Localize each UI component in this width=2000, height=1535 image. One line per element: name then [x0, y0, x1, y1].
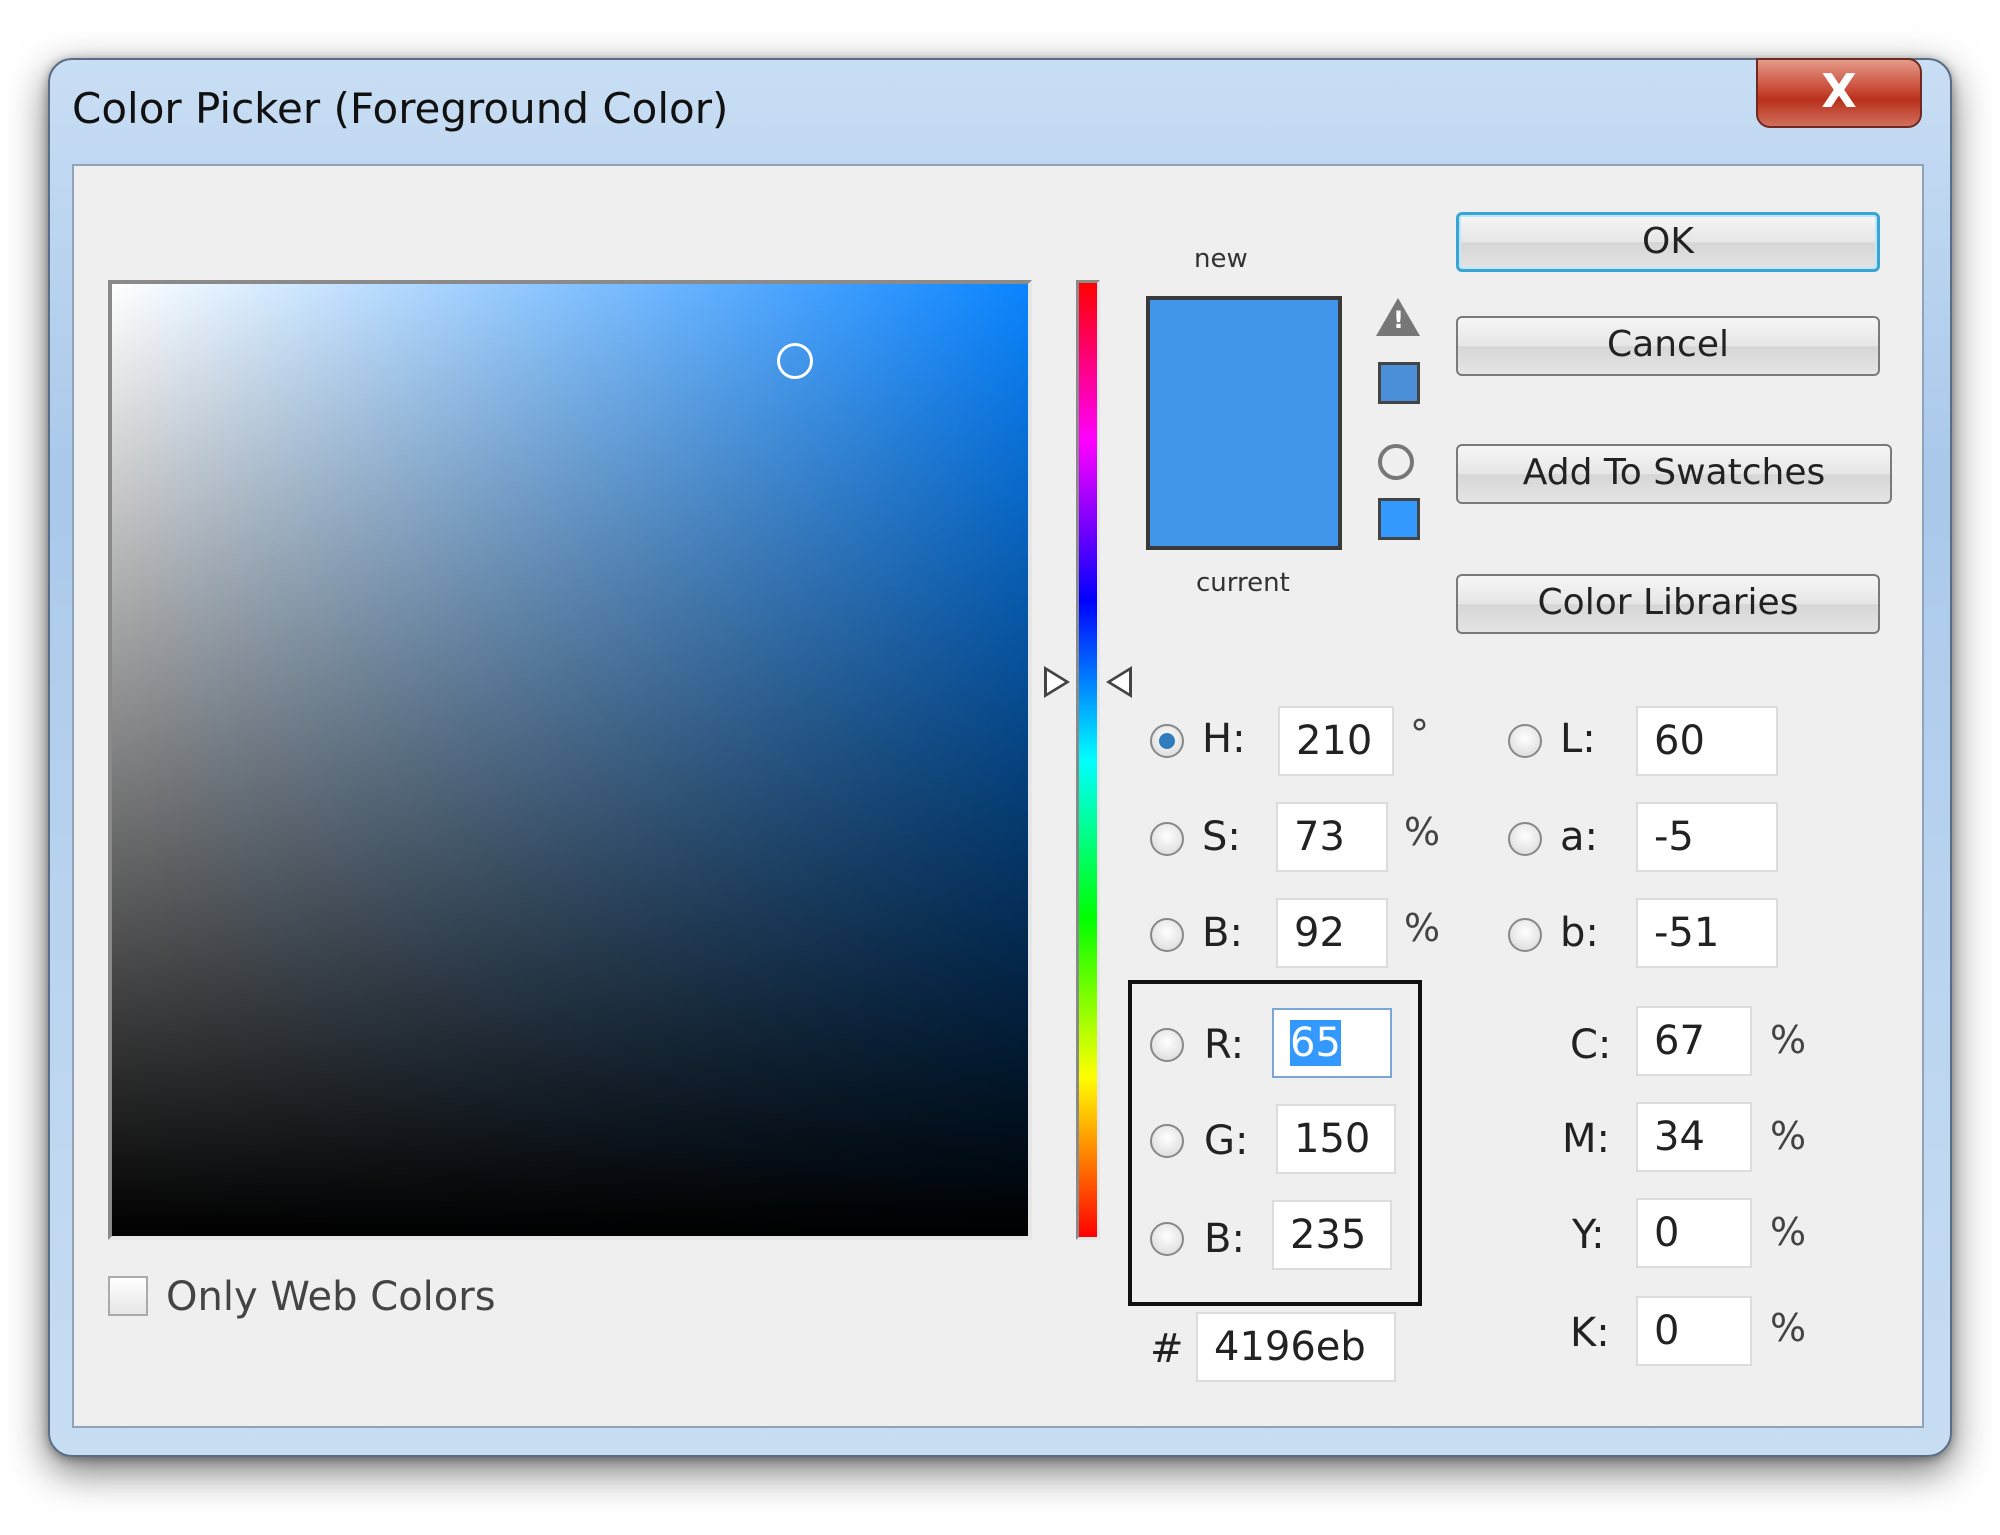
current-color-swatch[interactable] [1150, 423, 1338, 546]
hue-label: H: [1202, 716, 1246, 762]
yellow-unit: % [1770, 1210, 1807, 1254]
red-field[interactable]: 65 [1272, 1008, 1392, 1078]
gamut-color-swatch[interactable] [1378, 362, 1420, 404]
lab-a-field[interactable]: -5 [1636, 802, 1778, 872]
hue-radio[interactable] [1150, 724, 1184, 758]
lab-l-label: L: [1560, 716, 1596, 762]
lab-a-label: a: [1560, 814, 1598, 860]
lab-l-field[interactable]: 60 [1636, 706, 1778, 776]
blue-radio[interactable] [1150, 1222, 1184, 1256]
cyan-field[interactable]: 67 [1636, 1006, 1752, 1076]
red-field-value: 65 [1290, 1020, 1341, 1066]
saturation-field[interactable]: 73 [1276, 802, 1388, 872]
lab-a-radio[interactable] [1508, 822, 1542, 856]
brightness-radio[interactable] [1150, 918, 1184, 952]
hue-slider-right-arrow-icon[interactable] [1106, 666, 1132, 698]
out-of-gamut-warning-icon[interactable] [1376, 298, 1420, 336]
saturation-label: S: [1202, 814, 1241, 860]
new-label: new [1194, 244, 1248, 274]
black-field[interactable]: 0 [1636, 1296, 1752, 1366]
only-web-colors-checkbox[interactable] [108, 1276, 148, 1316]
yellow-field[interactable]: 0 [1636, 1198, 1752, 1268]
saturation-brightness-field[interactable] [108, 280, 1032, 1240]
brightness-label: B: [1202, 910, 1243, 956]
add-to-swatches-button[interactable]: Add To Swatches [1456, 444, 1892, 504]
black-unit: % [1770, 1306, 1807, 1350]
hue-field[interactable]: 210 [1278, 706, 1394, 776]
color-swatch [1146, 296, 1342, 550]
hue-unit: ° [1410, 712, 1429, 756]
black-label: K: [1570, 1310, 1610, 1356]
magenta-label: M: [1562, 1116, 1610, 1162]
hue-slider[interactable] [1076, 280, 1100, 1240]
red-label: R: [1204, 1022, 1245, 1068]
close-button[interactable]: X [1756, 58, 1922, 128]
brightness-field[interactable]: 92 [1276, 898, 1388, 968]
saturation-radio[interactable] [1150, 822, 1184, 856]
window-title: Color Picker (Foreground Color) [72, 84, 729, 133]
cancel-button[interactable]: Cancel [1456, 316, 1880, 376]
brightness-unit: % [1404, 906, 1441, 950]
ok-button[interactable]: OK [1456, 212, 1880, 272]
current-label: current [1196, 568, 1290, 598]
hue-slider-left-arrow-icon[interactable] [1044, 666, 1070, 698]
web-safe-cube-icon[interactable] [1378, 444, 1414, 480]
new-color-swatch [1150, 300, 1338, 423]
green-label: G: [1204, 1118, 1249, 1164]
saturation-unit: % [1404, 810, 1441, 854]
lab-l-radio[interactable] [1508, 724, 1542, 758]
web-safe-color-swatch[interactable] [1378, 498, 1420, 540]
close-icon: X [1821, 64, 1857, 118]
color-field-marker-icon[interactable] [777, 343, 813, 379]
lab-b-label: b: [1560, 910, 1599, 956]
cyan-unit: % [1770, 1018, 1807, 1062]
only-web-colors-label[interactable]: Only Web Colors [166, 1274, 496, 1320]
hex-field[interactable]: 4196eb [1196, 1312, 1396, 1382]
green-field[interactable]: 150 [1276, 1104, 1396, 1174]
color-libraries-button[interactable]: Color Libraries [1456, 574, 1880, 634]
hex-label: # [1150, 1326, 1184, 1372]
yellow-label: Y: [1572, 1212, 1605, 1258]
red-radio[interactable] [1150, 1028, 1184, 1062]
magenta-field[interactable]: 34 [1636, 1102, 1752, 1172]
magenta-unit: % [1770, 1114, 1807, 1158]
lab-b-radio[interactable] [1508, 918, 1542, 952]
lab-b-field[interactable]: -51 [1636, 898, 1778, 968]
green-radio[interactable] [1150, 1124, 1184, 1158]
blue-label: B: [1204, 1216, 1245, 1262]
blue-field[interactable]: 235 [1272, 1200, 1392, 1270]
cyan-label: C: [1570, 1022, 1612, 1068]
